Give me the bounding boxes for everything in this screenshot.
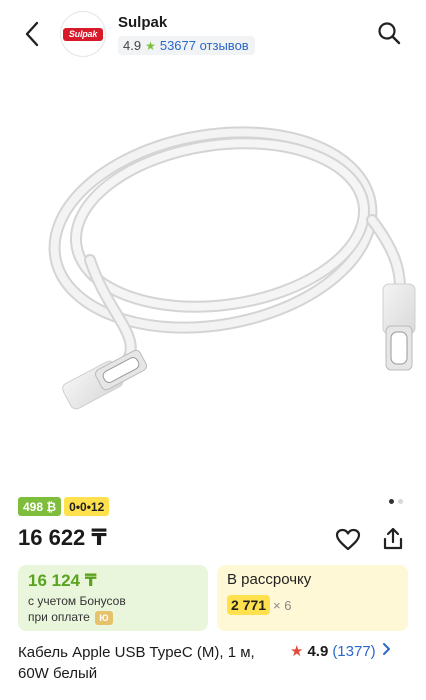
shop-rating-value: 4.9: [123, 38, 142, 53]
installment-amount: 2 771: [227, 595, 271, 615]
bonus-badge: 498 ₿: [18, 497, 62, 516]
promo-badges: 498 ₿ 0•0•12: [18, 497, 110, 516]
shop-name[interactable]: Sulpak: [118, 14, 167, 31]
shop-rating[interactable]: 4.9 ★ 53677 отзывов: [118, 36, 255, 55]
back-button[interactable]: [18, 18, 46, 50]
bonus-price-card[interactable]: 16 124 ₸ с учетом Бонусов при оплате Ю: [18, 565, 208, 631]
bonus-note-line2-row: при оплате Ю: [28, 609, 198, 625]
product-image[interactable]: [0, 70, 426, 490]
heart-icon: [335, 528, 361, 551]
shop-logo-text: Sulpak: [63, 27, 103, 41]
installment-row: 2 771 × 6: [227, 595, 398, 615]
bonus-price: 16 124 ₸: [28, 571, 97, 590]
bonus-note: с учетом Бонусов при оплате Ю: [28, 593, 198, 625]
shop-logo[interactable]: Sulpak: [60, 11, 106, 57]
gallery-dots: [389, 499, 403, 504]
search-button[interactable]: [374, 18, 404, 48]
product-rating[interactable]: ★ 4.9 (1377): [290, 642, 391, 660]
payment-chip-icon: Ю: [94, 610, 113, 625]
product-price: 16 622 ₸: [18, 525, 107, 550]
product-rating-value: 4.9: [307, 642, 329, 660]
shop-header: Sulpak Sulpak 4.9 ★ 53677 отзывов: [0, 0, 426, 66]
favorite-button[interactable]: [333, 525, 363, 555]
share-icon: [383, 527, 403, 550]
star-icon: ★: [145, 38, 156, 53]
share-button[interactable]: [378, 524, 408, 554]
bonus-note-line2: при оплате: [28, 610, 90, 624]
chevron-right-icon: [382, 642, 391, 660]
shop-reviews-link[interactable]: 53677 отзывов: [160, 38, 249, 53]
installment-badge: 0•0•12: [64, 497, 110, 516]
chevron-left-icon: [25, 21, 39, 47]
gallery-dot[interactable]: [389, 499, 394, 504]
search-icon: [378, 22, 401, 45]
star-icon: ★: [290, 643, 304, 660]
installment-card[interactable]: В рассрочку 2 771 × 6: [217, 565, 408, 631]
bonus-note-line1: с учетом Бонусов: [28, 594, 126, 608]
product-rating-count[interactable]: (1377): [332, 643, 375, 660]
gallery-dot[interactable]: [398, 499, 403, 504]
product-title: Кабель Apple USB TypeC (M), 1 м, 60W бел…: [18, 644, 255, 682]
installment-times: × 6: [273, 597, 292, 613]
usb-c-cable-image: [48, 126, 416, 410]
installment-title: В рассрочку: [227, 571, 312, 588]
